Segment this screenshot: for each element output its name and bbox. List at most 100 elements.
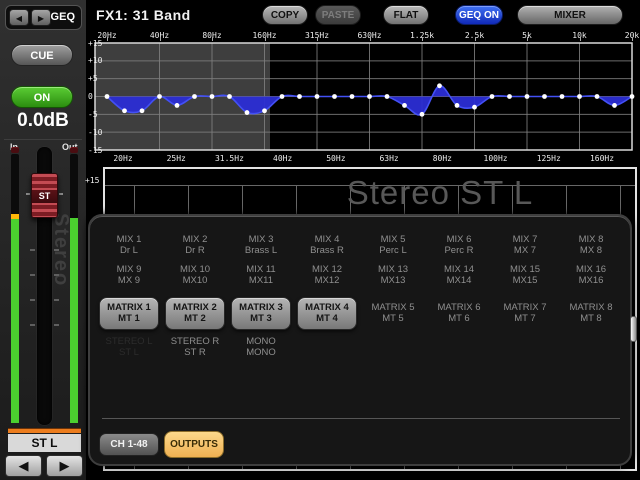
channel-select-mix-1[interactable]: MIX 1Dr L: [96, 230, 162, 260]
axis-tick: [475, 37, 476, 41]
channel-select-stereo-r[interactable]: STEREO RST R: [162, 332, 228, 362]
fader-tick: [54, 299, 59, 301]
channel-next-button[interactable]: ▶: [46, 455, 83, 477]
channel-select-matrix-8[interactable]: MATRIX 8MT 8: [558, 294, 624, 332]
cue-button[interactable]: CUE: [11, 44, 73, 66]
band-dot-25Hz[interactable]: [122, 108, 127, 113]
band-dot-4kHz[interactable]: [507, 94, 512, 99]
band-dot-250Hz[interactable]: [297, 94, 302, 99]
zoom-y-label: +15: [85, 176, 99, 185]
channel-select-matrix-6[interactable]: MATRIX 6MT 6: [426, 294, 492, 332]
band-dot-8kHz[interactable]: [560, 94, 565, 99]
band-dot-40Hz[interactable]: [157, 94, 162, 99]
ch-range-tab[interactable]: CH 1-48: [99, 433, 159, 456]
channel-select-mix-2[interactable]: MIX 2Dr R: [162, 230, 228, 260]
popup-row: MIX 9MX 9MIX 10MX10MIX 11MX11MIX 12MX12M…: [96, 260, 624, 290]
paste-button[interactable]: PASTE: [315, 5, 361, 25]
band-dot-6.3kHz[interactable]: [542, 94, 547, 99]
axis-tick: [422, 37, 423, 41]
band-dot-2.5kHz[interactable]: [472, 105, 477, 110]
channel-select-mix-3[interactable]: MIX 3Brass L: [228, 230, 294, 260]
band-dot-500Hz[interactable]: [350, 94, 355, 99]
band-dot-200Hz[interactable]: [280, 94, 285, 99]
band-dot-31.5Hz[interactable]: [140, 108, 145, 113]
band-dot-3.15kHz[interactable]: [490, 94, 495, 99]
geq-curve-svg[interactable]: [88, 30, 640, 165]
axis-tick: [580, 37, 581, 41]
band-dot-1.6kHz[interactable]: [437, 83, 442, 88]
channel-select-mix-6[interactable]: MIX 6Perc R: [426, 230, 492, 260]
flat-button[interactable]: FLAT: [383, 5, 429, 25]
band-dot-16kHz[interactable]: [612, 103, 617, 108]
outputs-tab[interactable]: OUTPUTS: [164, 431, 224, 458]
fader-cap-label: ST: [32, 190, 57, 203]
band-dot-160Hz[interactable]: [262, 108, 267, 113]
fader-tick: [54, 324, 59, 326]
y-axis-label: -5: [88, 110, 108, 119]
mixer-button[interactable]: MIXER: [517, 5, 623, 25]
band-dot-400Hz[interactable]: [332, 94, 337, 99]
on-button[interactable]: ON: [11, 86, 73, 108]
channel-select-mix-9[interactable]: MIX 9MX 9: [96, 260, 162, 290]
channel-select-mix-13[interactable]: MIX 13MX13: [360, 260, 426, 290]
channel-select-stereo-l[interactable]: STEREO LST L: [96, 332, 162, 362]
band-dot-800Hz[interactable]: [385, 94, 390, 99]
channel-select-mix-15[interactable]: MIX 15MX15: [492, 260, 558, 290]
channel-select-mix-16[interactable]: MIX 16MX16: [558, 260, 624, 290]
channel-select-matrix-3[interactable]: MATRIX 3MT 3: [228, 294, 294, 332]
band-dot-125Hz[interactable]: [245, 110, 250, 115]
band-dot-100Hz[interactable]: [227, 94, 232, 99]
channel-select-mix-8[interactable]: MIX 8MX 8: [558, 230, 624, 260]
fader-tick: [30, 324, 35, 326]
band-dot-630Hz[interactable]: [367, 94, 372, 99]
band-dot-80Hz[interactable]: [210, 94, 215, 99]
band-dot-63Hz[interactable]: [192, 94, 197, 99]
channel-select-matrix-7[interactable]: MATRIX 7MT 7: [492, 294, 558, 332]
band-dot-1.25kHz[interactable]: [420, 112, 425, 117]
band-dot-10kHz[interactable]: [577, 94, 582, 99]
channel-select-matrix-1[interactable]: MATRIX 1MT 1: [96, 294, 162, 332]
channel-select-mix-5[interactable]: MIX 5Perc L: [360, 230, 426, 260]
band-dot-20kHz[interactable]: [630, 94, 635, 99]
channel-name-label: ST L: [8, 434, 81, 452]
zoom-axis-label: 100Hz: [484, 154, 508, 163]
channel-select-mono[interactable]: MONOMONO: [228, 332, 294, 362]
channel-select-mix-10[interactable]: MIX 10MX10: [162, 260, 228, 290]
nav-right-button[interactable]: ▶: [31, 9, 51, 26]
band-dot-2kHz[interactable]: [455, 103, 460, 108]
y-axis-label: +5: [88, 74, 108, 83]
channel-select-mix-11[interactable]: MIX 11MX11: [228, 260, 294, 290]
band-dot-1kHz[interactable]: [402, 103, 407, 108]
channel-select-mix-7[interactable]: MIX 7MX 7: [492, 230, 558, 260]
channel-color-stripe: [8, 428, 81, 433]
empty-cell: [426, 332, 492, 362]
channel-select-mix-12[interactable]: MIX 12MX12: [294, 260, 360, 290]
window-title: FX1: 31 Band: [96, 7, 191, 23]
channel-select-matrix-2[interactable]: MATRIX 2MT 2: [162, 294, 228, 332]
channel-strip-sidebar: ◀ ▶ GEQ CUE ON 0.0dB In Out Stereo ST ST…: [0, 0, 88, 480]
copy-button[interactable]: COPY: [262, 5, 308, 25]
popup-scrollbar[interactable]: [630, 316, 637, 342]
fader-cap[interactable]: ST: [31, 173, 58, 218]
empty-cell: [558, 332, 624, 362]
band-dot-50Hz[interactable]: [175, 103, 180, 108]
geq-on-button[interactable]: GEQ ON: [455, 5, 503, 25]
nav-left-button[interactable]: ◀: [9, 9, 29, 26]
channel-select-mix-14[interactable]: MIX 14MX14: [426, 260, 492, 290]
band-dot-12.5kHz[interactable]: [595, 94, 600, 99]
clip-led-out: [70, 147, 78, 153]
geq-mode-label: GEQ: [51, 11, 75, 23]
channel-select-mix-4[interactable]: MIX 4Brass R: [294, 230, 360, 260]
popup-row: STEREO LST LSTEREO RST RMONOMONO: [96, 332, 624, 362]
zoom-axis-label: 25Hz: [167, 154, 186, 163]
channel-watermark: Stereo ST L: [240, 174, 640, 212]
empty-cell: [294, 332, 360, 362]
channel-select-matrix-4[interactable]: MATRIX 4MT 4: [294, 294, 360, 332]
channel-prev-button[interactable]: ◀: [5, 455, 42, 477]
tabs-separator: [102, 418, 620, 419]
axis-tick: [632, 37, 633, 41]
zoom-axis-label: 20Hz: [113, 154, 132, 163]
channel-select-matrix-5[interactable]: MATRIX 5MT 5: [360, 294, 426, 332]
band-dot-315Hz[interactable]: [315, 94, 320, 99]
band-dot-5kHz[interactable]: [525, 94, 530, 99]
